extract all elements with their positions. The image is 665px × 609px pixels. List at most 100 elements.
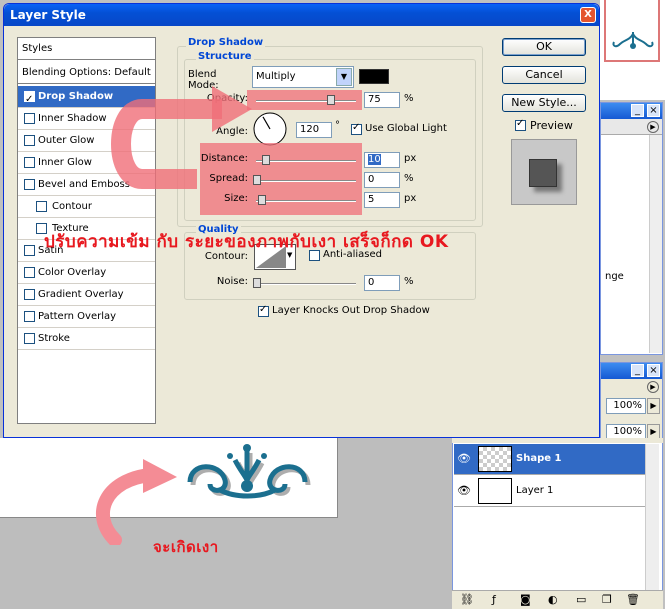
- zoom-field-1[interactable]: 100%: [606, 398, 646, 414]
- style-item-color-overlay[interactable]: Color Overlay: [18, 262, 155, 284]
- palette-partial-text: nge: [605, 271, 624, 282]
- ornament-with-shadow-icon: [187, 444, 311, 499]
- spread-input[interactable]: 0: [364, 172, 400, 188]
- secondary-document-frame: [604, 0, 660, 62]
- cancel-button[interactable]: Cancel: [502, 66, 586, 84]
- style-checkbox[interactable]: [24, 333, 35, 344]
- palette-menu-icon[interactable]: ▶: [647, 121, 659, 133]
- palette-close-button[interactable]: ×: [647, 104, 660, 117]
- style-item-label: Pattern Overlay: [38, 311, 117, 322]
- spread-slider[interactable]: [256, 180, 356, 182]
- palette-minimize-button[interactable]: _: [631, 104, 644, 117]
- link-layers-icon[interactable]: ⛓: [460, 593, 474, 606]
- annotation-arrow-instruction-icon: [111, 86, 252, 189]
- style-checkbox[interactable]: [24, 113, 35, 124]
- visibility-eye-icon[interactable]: 👁: [457, 484, 471, 498]
- new-style-button[interactable]: New Style...: [502, 94, 586, 112]
- noise-slider[interactable]: [256, 283, 356, 285]
- style-checkbox[interactable]: [36, 201, 47, 212]
- preview-swatch: [511, 139, 577, 205]
- shadow-color-swatch[interactable]: [359, 69, 389, 84]
- style-checkbox[interactable]: [24, 245, 35, 256]
- use-global-light-checkbox[interactable]: [351, 122, 362, 135]
- dialog-titlebar[interactable]: Layer Style X: [4, 4, 599, 26]
- structure-title: Structure: [196, 51, 254, 62]
- angle-unit: °: [335, 120, 340, 131]
- opacity-input[interactable]: 75: [364, 92, 400, 108]
- style-item-contour[interactable]: Contour: [18, 196, 155, 218]
- palette-scrollbar[interactable]: [649, 135, 662, 353]
- layer-name: Layer 1: [516, 485, 554, 496]
- ornament-small-icon: [612, 32, 654, 49]
- layer-thumbnail: [478, 446, 512, 472]
- style-item-label: Color Overlay: [38, 267, 107, 278]
- style-item-gradient-overlay[interactable]: Gradient Overlay: [18, 284, 155, 306]
- distance-input[interactable]: 10: [364, 152, 400, 168]
- ok-button[interactable]: OK: [502, 38, 586, 56]
- layer-row-shape-1[interactable]: 👁 Shape 1: [454, 444, 658, 475]
- size-unit: px: [404, 193, 417, 204]
- distance-unit: px: [404, 153, 417, 164]
- layer-style-icon[interactable]: ƒ: [492, 593, 496, 606]
- layer-knocks-out-checkbox[interactable]: [258, 304, 269, 317]
- style-item-label: Inner Shadow: [38, 113, 107, 124]
- angle-input[interactable]: 120: [296, 122, 332, 138]
- navigator-menu-icon[interactable]: ▶: [647, 381, 659, 393]
- layer-mask-icon[interactable]: ◙: [520, 593, 531, 606]
- opacity-slider[interactable]: [256, 100, 356, 102]
- instruction-annotation: ปรับความเข้ม กับ ระยะของภาพกับเงา เสร็จก…: [44, 232, 449, 252]
- styles-header[interactable]: Styles: [18, 38, 155, 60]
- right-palette-top: _ × ▶ nge: [600, 102, 663, 355]
- navigator-palette: _ × ▶ 100% ▶ 100% ▶: [600, 362, 663, 444]
- style-checkbox[interactable]: [24, 135, 35, 146]
- spread-unit: %: [404, 173, 414, 184]
- layer-name: Shape 1: [516, 453, 562, 464]
- size-input[interactable]: 5: [364, 192, 400, 208]
- noise-input[interactable]: 0: [364, 275, 400, 291]
- style-item-pattern-overlay[interactable]: Pattern Overlay: [18, 306, 155, 328]
- noise-slider-thumb[interactable]: [253, 278, 261, 288]
- preview-square: [529, 159, 557, 187]
- close-button[interactable]: X: [580, 7, 596, 23]
- zoom-1-arrow-icon[interactable]: ▶: [647, 398, 660, 414]
- adjustment-layer-icon[interactable]: ◐: [548, 593, 558, 606]
- size-slider[interactable]: [256, 200, 356, 202]
- layers-scrollbar[interactable]: [645, 444, 659, 592]
- delete-layer-icon[interactable]: 🗑: [626, 593, 640, 606]
- navigator-close-button[interactable]: ×: [647, 364, 660, 377]
- visibility-eye-icon[interactable]: 👁: [457, 452, 471, 466]
- layer-style-dialog: Layer Style X Styles Blending Options: D…: [3, 3, 600, 438]
- noise-label: Noise:: [216, 276, 248, 287]
- style-checkbox[interactable]: [24, 157, 35, 168]
- preview-checkbox[interactable]: [515, 118, 526, 131]
- opacity-unit: %: [404, 93, 414, 104]
- opacity-slider-thumb[interactable]: [327, 95, 335, 105]
- style-checkbox[interactable]: [24, 179, 35, 190]
- layer-thumbnail: [478, 478, 512, 504]
- style-item-label: Outer Glow: [38, 135, 95, 146]
- blending-options-item[interactable]: Blending Options: Default: [18, 62, 155, 84]
- layers-panel-top-edge: [452, 438, 663, 443]
- blend-mode-select[interactable]: Multiply ▼: [252, 66, 354, 88]
- style-checkbox[interactable]: [24, 311, 35, 322]
- noise-unit: %: [404, 276, 414, 287]
- dialog-title: Layer Style: [10, 8, 86, 22]
- drop-shadow-title: Drop Shadow: [186, 37, 266, 48]
- new-group-icon[interactable]: ▭: [576, 593, 586, 606]
- style-item-label: Gradient Overlay: [38, 289, 124, 300]
- distance-slider[interactable]: [256, 160, 356, 162]
- annotation-arrow-result-icon: [96, 459, 177, 545]
- layer-row-layer-1[interactable]: 👁 Layer 1: [454, 476, 658, 507]
- style-item-label: Inner Glow: [38, 157, 92, 168]
- result-annotation: จะเกิดเงา: [153, 538, 219, 556]
- chevron-down-icon[interactable]: ▼: [336, 68, 352, 86]
- style-checkbox[interactable]: [24, 89, 35, 110]
- new-layer-icon[interactable]: ❐: [602, 593, 612, 606]
- distance-slider-thumb[interactable]: [262, 155, 270, 165]
- layers-toolbar: ⛓ ƒ ◙ ◐ ▭ ❐ 🗑: [452, 590, 663, 609]
- style-checkbox[interactable]: [24, 289, 35, 300]
- navigator-minimize-button[interactable]: _: [631, 364, 644, 377]
- preview-label: Preview: [530, 119, 573, 132]
- style-checkbox[interactable]: [24, 267, 35, 278]
- style-item-stroke[interactable]: Stroke: [18, 328, 155, 350]
